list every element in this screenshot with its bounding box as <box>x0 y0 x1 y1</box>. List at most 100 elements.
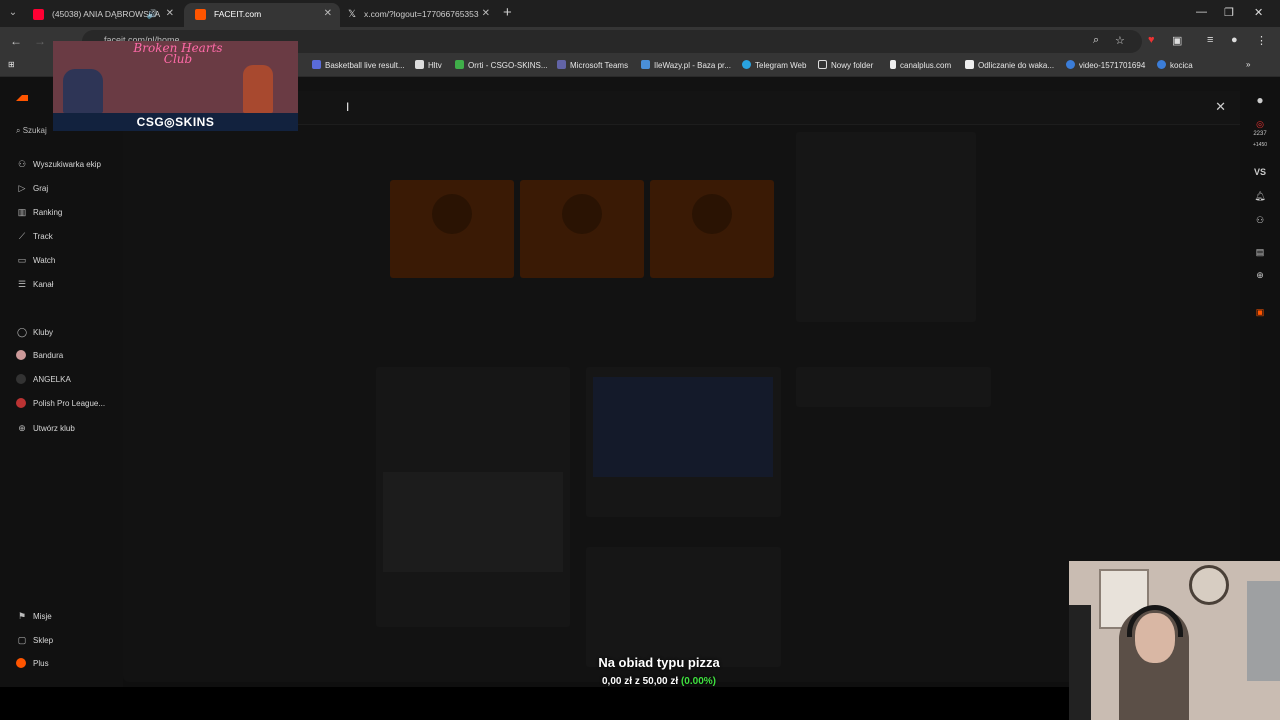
tab-x[interactable]: 𝕏 x.com/?logout=177066765353 ✕ <box>342 3 498 27</box>
sidebar-item-club[interactable]: Polish Pro League... <box>16 397 105 411</box>
bookmark-item[interactable]: Microsoft Teams <box>557 60 628 70</box>
folder-icon <box>818 60 827 69</box>
bookmark-favicon-icon <box>890 60 896 69</box>
sidebar-search[interactable]: ⌕ Szukaj <box>16 126 47 136</box>
profile-avatar-icon[interactable]: ● <box>1231 34 1238 46</box>
bookmark-item[interactable]: Hltv <box>415 60 442 70</box>
webcam-overlay <box>1069 561 1280 720</box>
teams-icon <box>557 60 566 69</box>
bookmark-item[interactable]: Telegram Web <box>742 60 806 70</box>
sidebar-item-channel[interactable]: ☰ Kanał <box>16 277 54 291</box>
sidebar-item-team-finder[interactable]: ⚇ Wyszukiwarka ekip <box>16 157 101 171</box>
sidebar-item-create-club[interactable]: ⊕ Utwórz klub <box>16 421 75 435</box>
bookmark-favicon-icon <box>455 60 464 69</box>
bookmark-item[interactable]: kocica <box>1157 60 1193 70</box>
sponsor-neon-title: Broken Hearts Club <box>133 41 223 66</box>
tournaments-card[interactable] <box>520 180 644 278</box>
bookmark-star-icon[interactable]: ☆ <box>1115 34 1125 47</box>
donation-percent: (0.00%) <box>680 676 716 687</box>
club-avatar <box>16 374 26 384</box>
new-tab-button[interactable]: + <box>503 4 512 21</box>
vs-button[interactable]: VS <box>1240 167 1280 177</box>
back-icon[interactable]: ← <box>10 34 22 48</box>
close-tab-icon[interactable]: ✕ <box>166 3 174 25</box>
extension-icon[interactable]: ♥ <box>1148 34 1155 46</box>
sidebar-item-missions[interactable]: ⚑ Misje <box>16 609 52 623</box>
zoom-icon[interactable]: ⌕ <box>1093 34 1099 47</box>
close-tab-icon[interactable]: ✕ <box>324 3 332 25</box>
donation-progress: 0,00 zł z 50,00 zł (0.00%) <box>540 676 778 687</box>
sidebar-item-shop[interactable]: ▢ Sklep <box>16 633 53 647</box>
character-figure <box>243 65 273 113</box>
telegram-icon <box>742 60 751 69</box>
bookmark-item[interactable]: Basketball live result... <box>312 60 405 70</box>
close-tab-icon[interactable]: ✕ <box>482 3 490 25</box>
play-icon: ▷ <box>18 183 26 193</box>
donation-goal: Na obiad typu pizza 0,00 zł z 50,00 zł (… <box>540 655 778 687</box>
bookmark-item[interactable]: canalplus.com <box>890 60 951 70</box>
forward-icon[interactable]: → <box>34 34 46 48</box>
plus-circle-icon: ⊕ <box>18 423 26 433</box>
bookmark-item[interactable]: IleWazy.pl - Baza pr... <box>641 60 731 70</box>
sidebar-item-club[interactable]: ANGELKA <box>16 373 71 387</box>
league-card[interactable] <box>650 180 774 278</box>
tab-faceit[interactable]: FACEIT.com ✕ <box>184 3 340 27</box>
tab-title: (45038) ANIA DĄBROWSKA <box>52 9 161 19</box>
donation-sep: z <box>634 676 640 687</box>
matchmaking-card[interactable] <box>390 180 514 278</box>
sidebar-item-clubs[interactable]: ◯ Kluby <box>16 325 53 339</box>
add-icon[interactable]: ⊕ <box>1240 270 1280 281</box>
bookmark-item[interactable]: Nowy folder <box>818 60 873 70</box>
track-icon: ⟋ <box>18 231 26 241</box>
chat-icon[interactable]: ▣ <box>1240 307 1280 318</box>
donation-current: 0,00 zł <box>602 676 633 687</box>
missions-icon: ⚑ <box>17 611 27 621</box>
screen: ⌄ (45038) ANIA DĄBROWSKA 🔊 ✕ FACEIT.com … <box>0 0 1280 720</box>
bookmark-favicon-icon <box>312 60 321 69</box>
sidebar-item-watch[interactable]: ▭ Watch <box>16 253 56 267</box>
tab-title: FACEIT.com <box>214 9 262 19</box>
extensions-puzzle-icon[interactable]: ▣ <box>1172 34 1182 47</box>
close-window-button[interactable]: ✕ <box>1254 6 1263 19</box>
shop-image[interactable] <box>593 377 773 477</box>
user-avatar[interactable]: ● <box>1240 93 1280 107</box>
more-bookmarks-icon[interactable]: » <box>1246 60 1250 69</box>
post-image[interactable] <box>383 472 563 572</box>
close-search-icon[interactable]: ✕ <box>1215 99 1226 115</box>
minimize-button[interactable]: — <box>1196 6 1207 18</box>
menu-dots-icon[interactable]: ⋮ <box>1256 34 1267 47</box>
party-icon[interactable]: ▤ <box>1240 247 1280 258</box>
bookmark-item[interactable]: video-1571701694 <box>1066 60 1145 70</box>
bookmark-item[interactable]: Orrti - CSGO-SKINS... <box>455 60 548 70</box>
sidebar-item-club[interactable]: Bandura <box>16 349 63 363</box>
sponsor-banner: CSG◎SKINS <box>53 113 298 131</box>
bookmark-item[interactable]: Odliczanie do waka... <box>965 60 1054 70</box>
tab-search-icon[interactable]: ⌄ <box>5 5 21 21</box>
restore-button[interactable]: ❐ <box>1224 6 1234 19</box>
card-emblem <box>562 194 602 234</box>
sidebar-item-ranking[interactable]: ▥ Ranking <box>16 205 63 219</box>
tab-youtube[interactable]: (45038) ANIA DĄBROWSKA 🔊 ✕ <box>22 3 182 27</box>
friends-icon[interactable]: ⚇ <box>1240 215 1280 226</box>
chair-shape <box>1069 605 1091 720</box>
sidebar: ⌕ Szukaj ⚇ Wyszukiwarka ekip ▷ Graj ▥ Ranki… <box>0 77 123 687</box>
club-avatar <box>16 398 26 408</box>
faceit-logo-icon[interactable] <box>16 95 28 101</box>
tab-title: x.com/?logout=177066765353 <box>364 9 479 19</box>
ranking-icon: ▥ <box>17 207 27 217</box>
sidebar-item-play[interactable]: ▷ Graj <box>16 181 49 195</box>
apps-grid-icon[interactable]: ⊞ <box>8 60 15 69</box>
text-cursor-icon: I <box>346 100 350 114</box>
team-finder-icon: ⚇ <box>17 159 27 169</box>
elo-delta: +1450 <box>1252 142 1268 148</box>
audio-icon[interactable]: 🔊 <box>147 3 158 25</box>
youtube-icon <box>33 9 44 20</box>
card-emblem <box>692 194 732 234</box>
media-icon[interactable]: ≡ <box>1207 34 1213 46</box>
channel-icon: ☰ <box>17 279 27 289</box>
sidebar-item-track[interactable]: ⟋ Track <box>16 229 53 243</box>
browser-tab-bar: ⌄ (45038) ANIA DĄBROWSKA 🔊 ✕ FACEIT.com … <box>0 0 1280 27</box>
sidebar-item-plus[interactable]: Plus <box>16 657 49 671</box>
notifications-bell-icon[interactable]: 🔔︎ <box>1240 191 1280 202</box>
level-icon: ◎ <box>1256 119 1264 129</box>
